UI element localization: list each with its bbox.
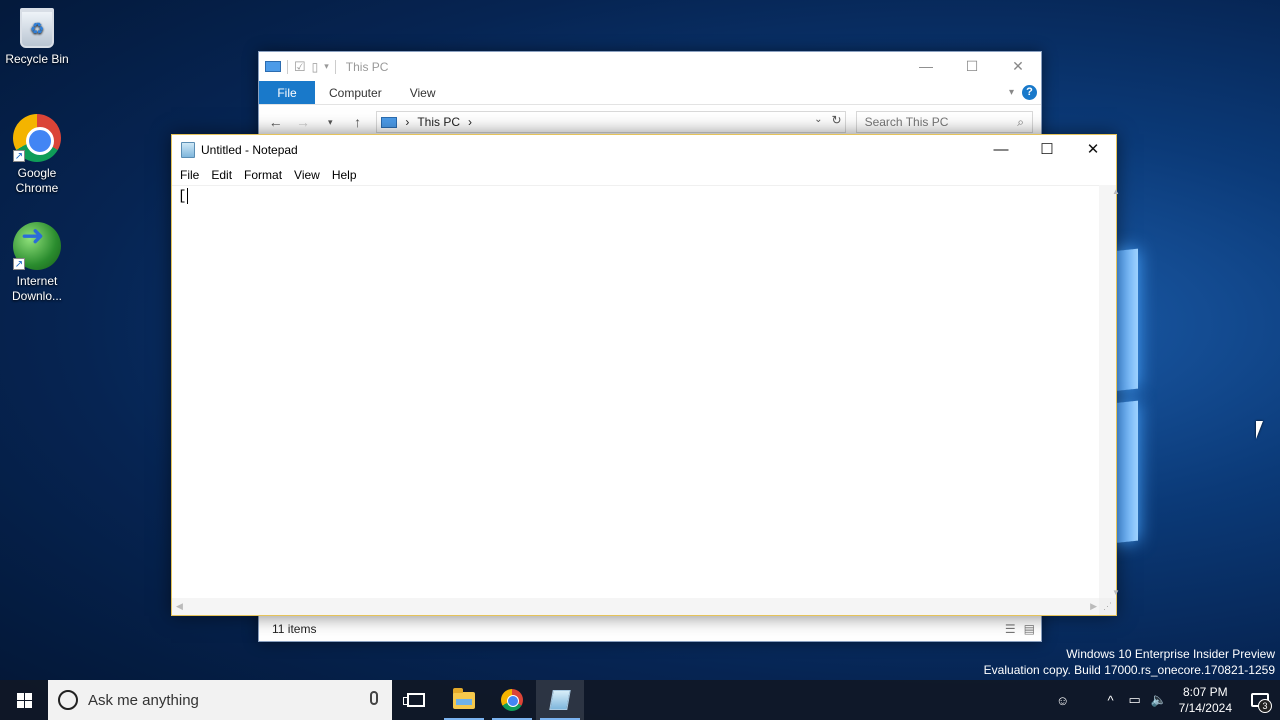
scroll-right-arrow-icon[interactable]: ▶ (1090, 601, 1097, 612)
windows-start-icon (16, 692, 32, 708)
customize-qa-chevron-icon[interactable]: ▾ (324, 61, 329, 72)
resize-grip-icon[interactable]: ⋰ (1099, 598, 1116, 615)
tab-computer[interactable]: Computer (315, 81, 396, 104)
search-icon: ⌕ (1017, 114, 1024, 129)
notepad-icon (549, 690, 571, 710)
explorer-status-bar: 11 items ☰ ▤ (259, 617, 1041, 641)
explorer-ribbon-tabs: File Computer View ▾ ? (259, 81, 1041, 105)
tab-file[interactable]: File (259, 81, 315, 104)
notepad-titlebar[interactable]: Untitled - Notepad — ☐ ✕ (172, 135, 1116, 165)
recent-locations-chevron-icon[interactable]: ▾ (322, 117, 339, 128)
shortcut-arrow-icon: ↗ (13, 258, 25, 270)
menu-edit[interactable]: Edit (205, 165, 238, 185)
chrome-icon: ↗ (13, 114, 61, 162)
breadcrumb-separator-icon[interactable]: › (468, 115, 472, 129)
up-button[interactable]: ↑ (349, 114, 366, 130)
action-center-button[interactable]: 3 (1240, 680, 1280, 720)
clock[interactable]: 8:07 PM 7/14/2024 (1171, 684, 1240, 716)
close-button[interactable]: ✕ (995, 52, 1041, 81)
new-folder-icon[interactable]: ▯ (312, 60, 319, 74)
taskbar-notepad[interactable] (536, 680, 584, 720)
text-caret (187, 188, 189, 204)
volume-muted-icon[interactable]: 🔈 (1147, 692, 1171, 708)
ribbon-expand-chevron-icon[interactable]: ▾ (1009, 87, 1014, 98)
cortana-icon (58, 690, 78, 710)
details-view-icon[interactable]: ☰ (1005, 622, 1016, 636)
desktop-icon-idm[interactable]: ↗ Internet Downlo... (0, 222, 74, 304)
watermark-edition: Windows 10 Enterprise Insider Preview (1066, 647, 1275, 661)
properties-icon[interactable]: ☑ (294, 59, 306, 75)
desktop-icon-chrome[interactable]: ↗ Google Chrome (0, 114, 74, 196)
notepad-menu-bar: File Edit Format View Help (172, 165, 1116, 185)
maximize-button[interactable]: ☐ (1024, 135, 1070, 165)
mouse-pointer-icon (1256, 421, 1270, 439)
task-view-button[interactable] (392, 680, 440, 720)
internet-download-manager-icon: ↗ (13, 222, 61, 270)
cortana-search-box[interactable]: Ask me anything (48, 680, 392, 720)
scroll-up-arrow-icon[interactable]: ▲ (1108, 187, 1125, 196)
notepad-text-area[interactable]: [ (172, 185, 1101, 599)
windows-watermark: Windows 10 Enterprise Insider Preview Ev… (984, 646, 1275, 678)
back-button[interactable]: ← (267, 114, 284, 130)
breadcrumb-this-pc[interactable]: This PC (417, 115, 460, 129)
shortcut-arrow-icon: ↗ (13, 150, 25, 162)
maximize-button[interactable]: ☐ (949, 52, 995, 81)
network-icon[interactable]: ▭ (1123, 692, 1147, 708)
scroll-left-arrow-icon[interactable]: ◀ (176, 601, 183, 612)
address-bar[interactable]: › This PC › ⌄ ↻ (376, 111, 846, 133)
tab-view[interactable]: View (396, 81, 450, 104)
menu-file[interactable]: File (174, 165, 205, 185)
item-count: 11 items (272, 622, 317, 636)
notepad-content: [ (178, 188, 187, 205)
search-placeholder: Search This PC (864, 115, 949, 129)
notepad-window-controls: — ☐ ✕ (978, 135, 1116, 165)
close-button[interactable]: ✕ (1070, 135, 1116, 165)
explorer-window-controls: — ☐ ✕ (903, 52, 1041, 81)
task-view-icon (403, 693, 425, 707)
system-tray: ☺ ^ ▭ 🔈 8:07 PM 7/14/2024 3 (1051, 680, 1280, 720)
notification-count-badge: 3 (1258, 699, 1272, 713)
search-input[interactable]: Search This PC ⌕ (855, 111, 1033, 133)
people-icon[interactable]: ☺ (1051, 693, 1075, 708)
desktop-icon-recycle-bin[interactable]: ♻ Recycle Bin (0, 8, 74, 67)
microphone-icon[interactable] (370, 691, 378, 705)
show-hidden-icons-chevron-icon[interactable]: ^ (1099, 693, 1123, 708)
help-icon[interactable]: ? (1022, 85, 1037, 100)
address-dropdown-icon[interactable]: ⌄ (814, 114, 822, 125)
explorer-titlebar[interactable]: ☑ ▯ ▾ This PC — ☐ ✕ (259, 52, 1041, 81)
notepad-window[interactable]: Untitled - Notepad — ☐ ✕ File Edit Forma… (171, 134, 1120, 616)
desktop-icon-label: Recycle Bin (5, 52, 69, 66)
large-icons-view-icon[interactable]: ▤ (1024, 622, 1035, 636)
notepad-title: Untitled - Notepad (201, 143, 298, 157)
menu-format[interactable]: Format (238, 165, 288, 185)
minimize-button[interactable]: — (978, 135, 1024, 165)
clock-time: 8:07 PM (1182, 685, 1228, 699)
desktop-icon-label: Google Chrome (15, 166, 59, 195)
file-explorer-icon (453, 687, 475, 709)
minimize-button[interactable]: — (903, 52, 949, 81)
forward-button[interactable]: → (294, 114, 311, 130)
watermark-build: Evaluation copy. Build 17000.rs_onecore.… (983, 663, 1275, 677)
recycle-bin-icon: ♻ (20, 8, 54, 48)
vertical-scrollbar[interactable]: ▲ ▼ (1099, 185, 1120, 599)
menu-view[interactable]: View (288, 165, 326, 185)
breadcrumb-separator-icon: › (405, 115, 410, 129)
quick-access-toolbar: ☑ ▯ ▾ (265, 59, 336, 75)
this-pc-icon (381, 116, 398, 128)
notepad-icon (181, 142, 195, 158)
taskbar: Ask me anything ☺ ^ ▭ 🔈 8:07 PM 7/14/202… (0, 680, 1280, 720)
menu-help[interactable]: Help (326, 165, 363, 185)
explorer-title: This PC (345, 59, 389, 74)
clock-date: 7/14/2024 (1178, 701, 1232, 715)
cortana-placeholder: Ask me anything (88, 691, 199, 709)
desktop-icon-label: Internet Downlo... (11, 274, 63, 303)
horizontal-scrollbar[interactable]: ◀ ▶ (172, 598, 1101, 615)
scroll-down-arrow-icon[interactable]: ▼ (1108, 588, 1125, 597)
this-pc-icon (265, 61, 281, 72)
taskbar-file-explorer[interactable] (440, 680, 488, 720)
taskbar-chrome[interactable] (488, 680, 536, 720)
refresh-icon[interactable]: ↻ (832, 113, 842, 127)
start-button[interactable] (0, 680, 48, 720)
chrome-icon (501, 689, 523, 711)
